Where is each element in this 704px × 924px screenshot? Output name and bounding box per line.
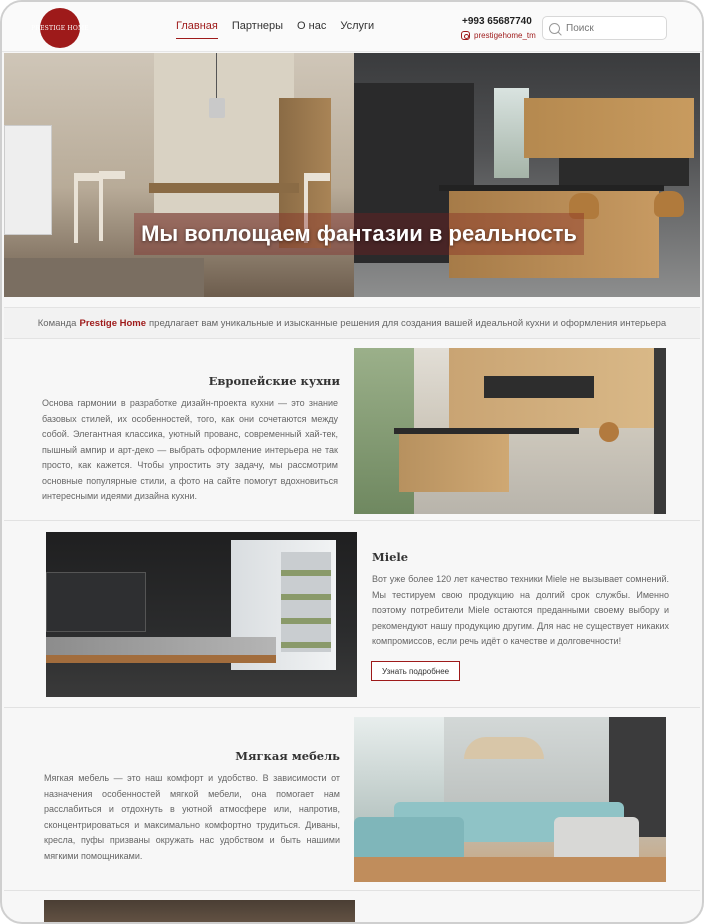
section-european-kitchens: Европейские кухни Основа гармонии в разр… — [4, 340, 700, 520]
search-input[interactable] — [566, 22, 661, 34]
search-box[interactable] — [542, 16, 667, 40]
intro-prefix: Команда — [37, 317, 77, 329]
nav-item-services[interactable]: Услуги — [340, 20, 374, 39]
instagram-link[interactable]: prestigehome_tm — [461, 31, 536, 40]
browser-frame: PRESTIGE HOME Главная Партнеры О нас Усл… — [0, 0, 704, 924]
section-title: Мягкая мебель — [235, 749, 340, 763]
nav-item-partners[interactable]: Партнеры — [232, 20, 283, 39]
hero-image-dining — [4, 53, 354, 297]
phone-number[interactable]: +993 65687740 — [462, 16, 532, 27]
intro-brand: Prestige Home — [79, 317, 147, 329]
european-kitchen-image — [354, 348, 666, 514]
hero-image-kitchen — [354, 53, 700, 297]
nav-item-about[interactable]: О нас — [297, 20, 326, 39]
main-nav: Главная Партнеры О нас Услуги — [176, 20, 374, 39]
intro-suffix: предлагает вам уникальные и изысканные р… — [149, 317, 667, 329]
hero-title: Мы воплощаем фантазии в реальность — [134, 213, 584, 255]
nav-item-home[interactable]: Главная — [176, 20, 218, 39]
soft-furniture-image — [354, 717, 666, 882]
logo[interactable]: PRESTIGE HOME — [31, 8, 89, 48]
divider — [4, 890, 700, 891]
next-section-image — [44, 900, 355, 922]
section-text: Мягкая мебель — это наш комфорт и удобст… — [44, 773, 340, 861]
section-text: Основа гармонии в разработке дизайн-прое… — [42, 398, 338, 501]
learn-more-button[interactable]: Узнать подробнее — [371, 661, 461, 681]
instagram-icon — [461, 31, 470, 40]
instagram-handle: prestigehome_tm — [474, 31, 536, 40]
hero-banner: Мы воплощаем фантазии в реальность — [4, 53, 700, 297]
intro-banner: Команда Prestige Home предлагает вам уни… — [4, 307, 700, 339]
logo-text: PRESTIGE HOME — [31, 24, 89, 32]
section-miele: Miele Вот уже более 120 лет качество тех… — [4, 521, 700, 707]
section-title: Европейские кухни — [208, 374, 340, 388]
hero-title-text: Мы воплощаем фантазии в реальность — [141, 221, 577, 246]
section-soft-furniture: Мягкая мебель Мягкая мебель — это наш ко… — [4, 708, 700, 890]
section-text: Вот уже более 120 лет качество техники M… — [372, 574, 669, 646]
section-title: Miele — [372, 550, 409, 564]
miele-kitchen-image — [46, 532, 357, 697]
site-header: PRESTIGE HOME Главная Партнеры О нас Усл… — [2, 2, 702, 52]
search-icon — [549, 22, 560, 34]
